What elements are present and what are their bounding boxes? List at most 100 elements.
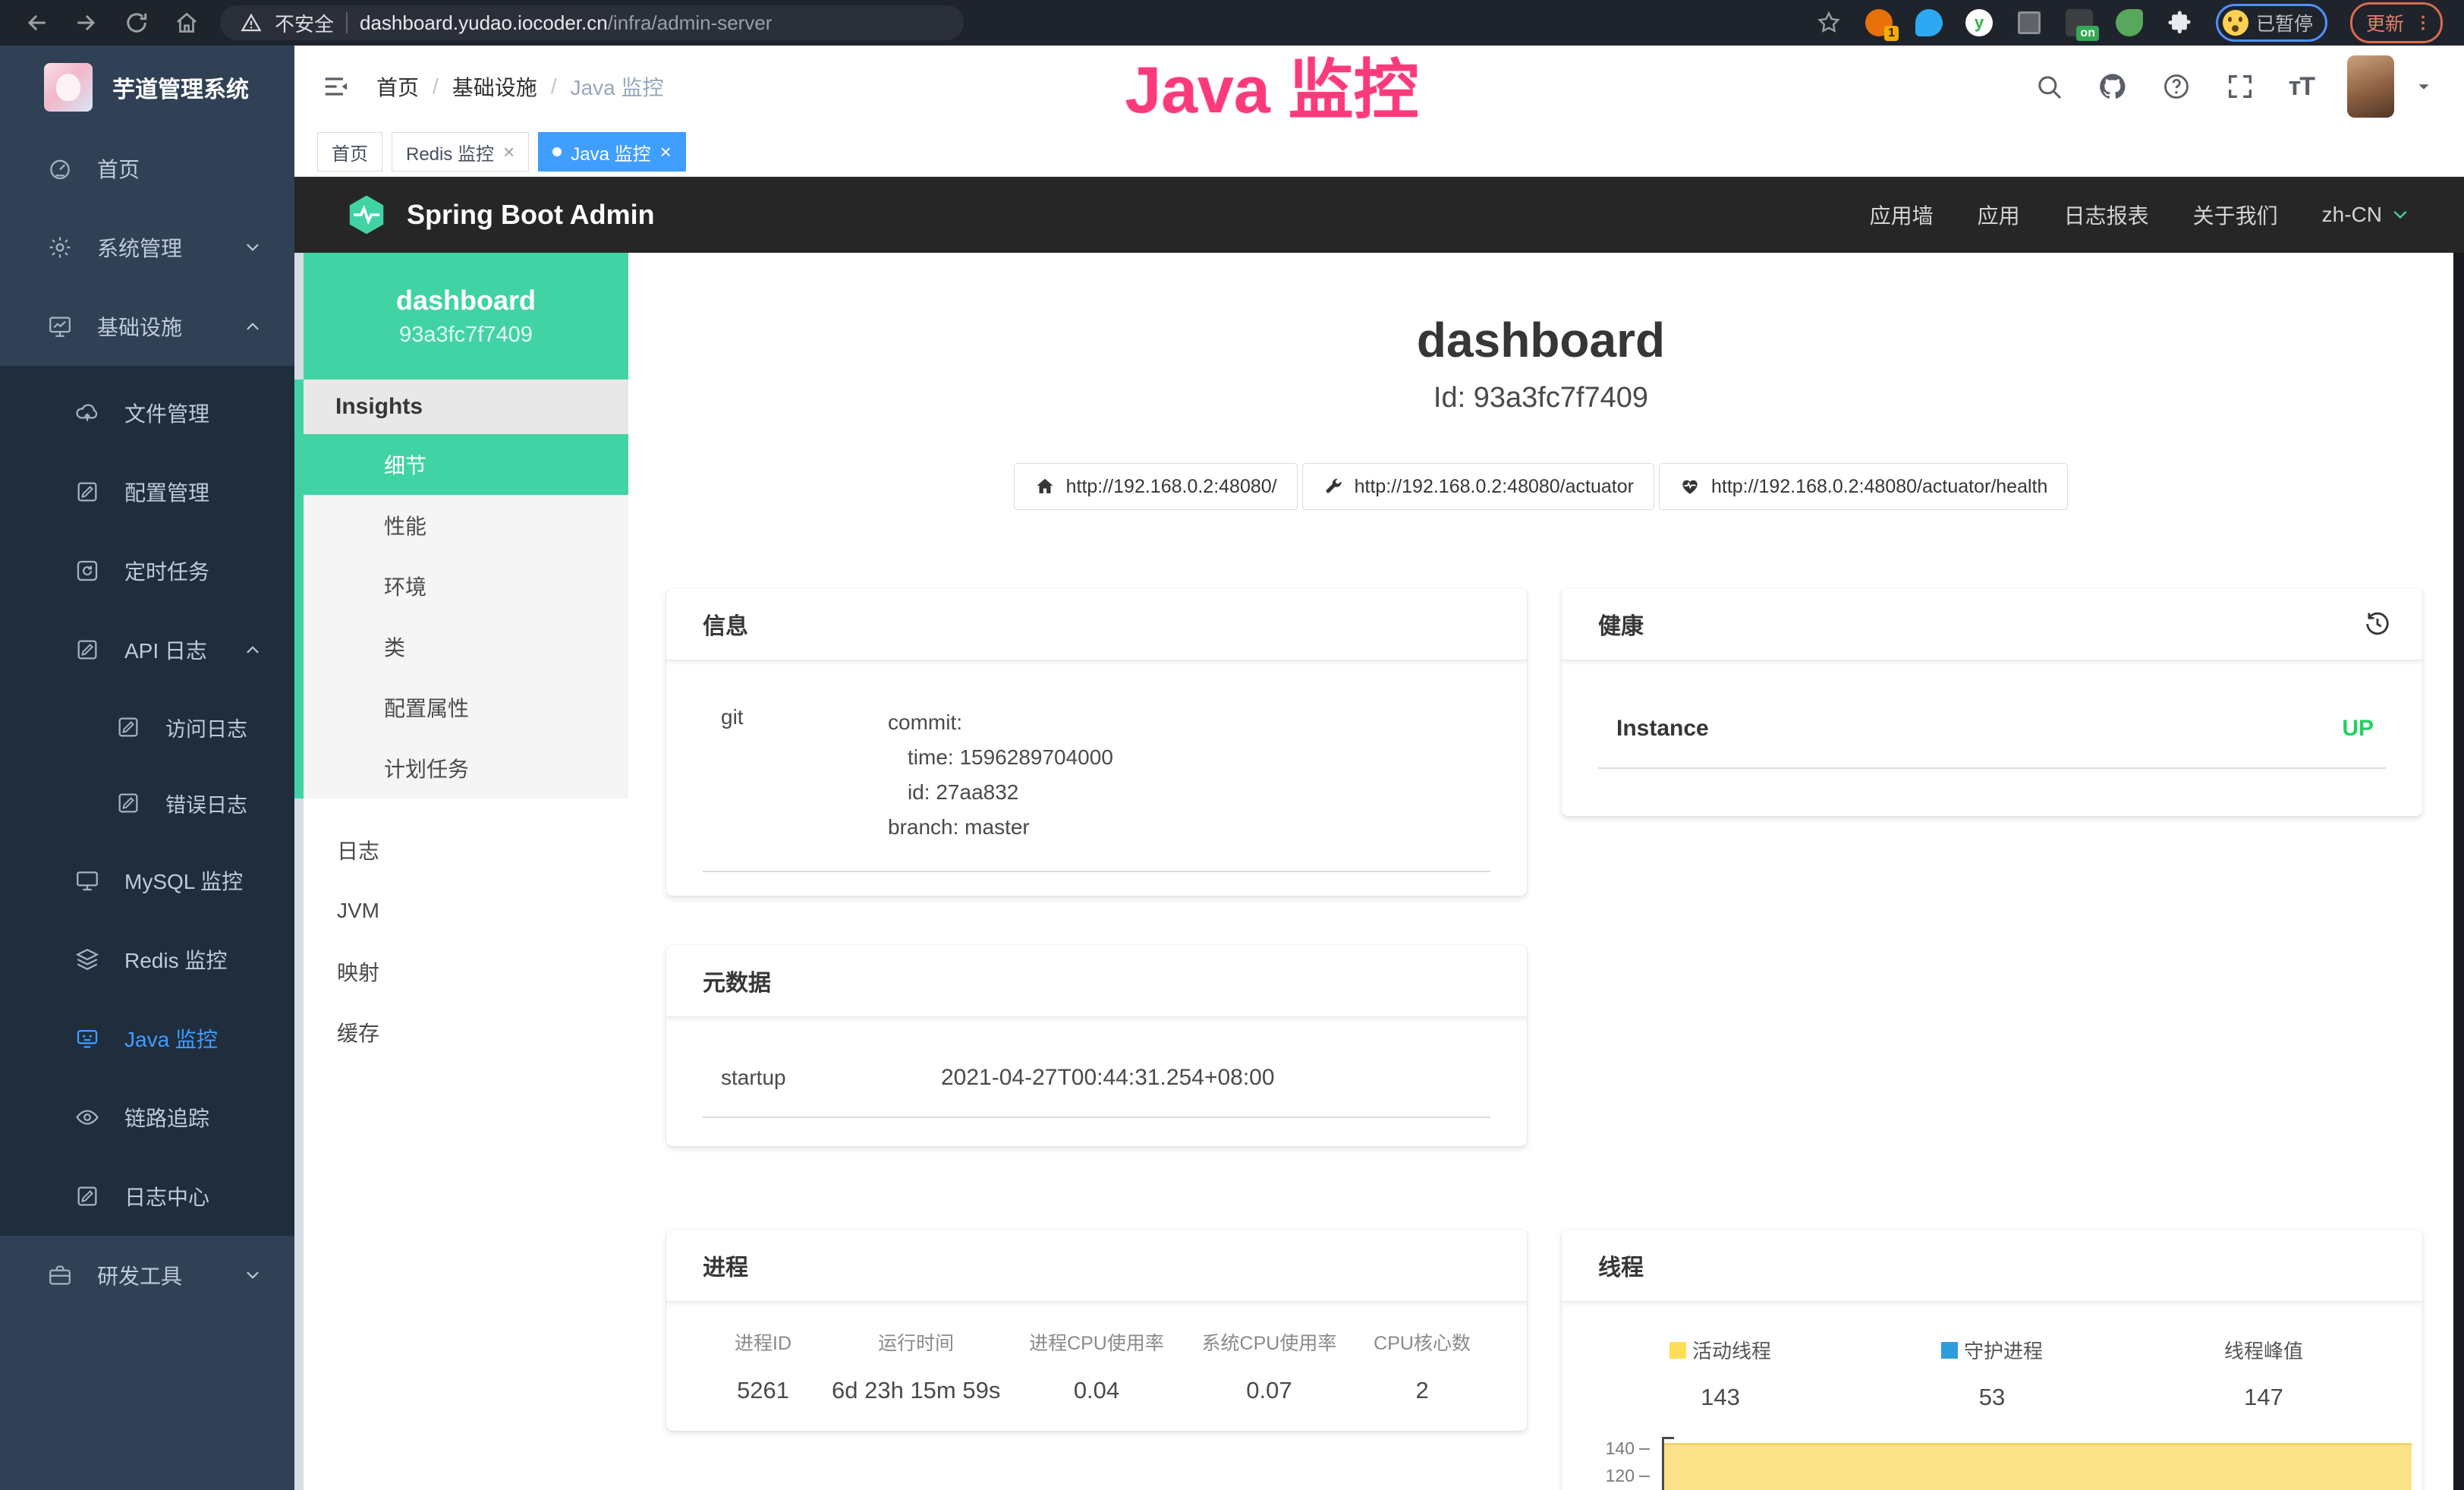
address-bar[interactable]: 不安全 dashboard.yudao.iocoder.cn/infra/adm… bbox=[220, 5, 964, 40]
chevron-up-icon bbox=[243, 317, 263, 336]
sidebar-item-scheduled-job[interactable]: 定时任务 bbox=[0, 531, 294, 610]
sidebar-item-system[interactable]: 系统管理 bbox=[0, 208, 294, 287]
sba-item-config-props[interactable]: 配置属性 bbox=[304, 677, 628, 738]
dashboard-icon bbox=[47, 156, 73, 181]
sba-nav-journal[interactable]: 日志报表 bbox=[2064, 200, 2149, 230]
forward-icon[interactable] bbox=[73, 9, 100, 36]
bookmark-star-icon[interactable] bbox=[1815, 9, 1842, 36]
sba-nav-applications[interactable]: 应用 bbox=[1978, 200, 2020, 230]
sba-plain-group: 日志 JVM 映射 缓存 bbox=[304, 799, 628, 1063]
font-size-icon[interactable]: тT bbox=[2289, 72, 2314, 102]
tab-redis-monitor[interactable]: Redis 监控 × bbox=[392, 132, 529, 172]
sba-navbar: Spring Boot Admin 应用墙 应用 日志报表 关于我们 zh-CN bbox=[294, 177, 2464, 253]
sba-nav-wallboard[interactable]: 应用墙 bbox=[1870, 200, 1934, 230]
profile-paused-chip[interactable]: 已暂停 bbox=[2216, 4, 2327, 42]
breadcrumb-separator: / bbox=[551, 74, 557, 99]
user-caret-down-icon[interactable] bbox=[2414, 77, 2434, 96]
reload-icon[interactable] bbox=[123, 9, 150, 36]
actuator-url-button[interactable]: http://192.168.0.2:48080/actuator bbox=[1302, 463, 1654, 510]
back-icon[interactable] bbox=[23, 9, 50, 36]
process-value-row: 5261 6d 23h 15m 59s 0.04 0.07 2 bbox=[704, 1356, 1489, 1404]
user-avatar[interactable] bbox=[2347, 55, 2394, 118]
extension-icon-grid[interactable] bbox=[2016, 9, 2043, 36]
extensions-puzzle-icon[interactable] bbox=[2166, 9, 2193, 36]
sba-item-details[interactable]: 细节 bbox=[304, 434, 628, 495]
live-threads-swatch bbox=[1669, 1342, 1686, 1359]
col-uptime: 运行时间 bbox=[822, 1328, 1010, 1356]
sba-item-metrics[interactable]: 性能 bbox=[304, 495, 628, 556]
hamburger-icon[interactable] bbox=[320, 71, 351, 102]
sidebar-item-dev-tools[interactable]: 研发工具 bbox=[0, 1236, 294, 1315]
breadcrumb-section[interactable]: 基础设施 bbox=[452, 71, 537, 102]
legend-label: 活动线程 bbox=[1692, 1336, 1771, 1364]
tab-java-monitor[interactable]: Java 监控 × bbox=[538, 132, 686, 172]
row-divider bbox=[703, 871, 1490, 872]
breadcrumb-home[interactable]: 首页 bbox=[376, 71, 419, 102]
tab-label: Java 监控 bbox=[571, 139, 650, 165]
github-icon[interactable] bbox=[2097, 71, 2128, 102]
extension-icon-orange[interactable]: 1 bbox=[1865, 9, 1893, 36]
sidebar-item-label: 错误日志 bbox=[165, 789, 247, 818]
gear-icon bbox=[47, 235, 73, 260]
service-url-button[interactable]: http://192.168.0.2:48080/ bbox=[1014, 463, 1298, 510]
sba-item-logfile[interactable]: 日志 bbox=[304, 820, 628, 880]
info-card: 信息 git commit: time: 1596289704000 id: 2… bbox=[666, 588, 1527, 896]
sidebar-item-api-log[interactable]: API 日志 bbox=[0, 610, 294, 689]
not-secure-warning-icon[interactable] bbox=[240, 11, 263, 34]
window-scrollbar[interactable] bbox=[2453, 253, 2464, 1490]
sidebar-item-file-manage[interactable]: 文件管理 bbox=[0, 373, 294, 452]
extension-icon-tabs[interactable]: on bbox=[2066, 9, 2093, 36]
sidebar-item-mysql-monitor[interactable]: MySQL 监控 bbox=[0, 841, 294, 920]
history-icon[interactable] bbox=[2363, 610, 2392, 638]
tags-view-bar: 首页 Redis 监控 × Java 监控 × bbox=[294, 128, 2464, 177]
page-url: dashboard.yudao.iocoder.cn/infra/admin-s… bbox=[360, 11, 772, 35]
sba-nav-about[interactable]: 关于我们 bbox=[2193, 200, 2278, 230]
sidebar-item-access-log[interactable]: 访问日志 bbox=[0, 689, 294, 765]
sidebar-item-config-manage[interactable]: 配置管理 bbox=[0, 452, 294, 531]
edit-icon bbox=[74, 479, 100, 505]
sba-language-select[interactable]: zh-CN bbox=[2322, 203, 2411, 227]
sidebar-item-trace[interactable]: 链路追踪 bbox=[0, 1078, 294, 1157]
sba-item-scheduled-tasks[interactable]: 计划任务 bbox=[304, 738, 628, 799]
col-cpu-cores: CPU核心数 bbox=[1355, 1328, 1489, 1356]
app-logo[interactable]: 芋道管理系统 bbox=[0, 46, 294, 129]
sidebar-item-home[interactable]: 首页 bbox=[0, 129, 294, 208]
sba-section-insights: Insights bbox=[304, 380, 628, 434]
val-process-cpu: 0.04 bbox=[1010, 1377, 1182, 1404]
live-threads-area bbox=[1664, 1443, 2412, 1490]
health-url-button[interactable]: http://192.168.0.2:48080/actuator/health bbox=[1659, 463, 2068, 510]
extension-icon-pin[interactable] bbox=[1915, 9, 1943, 36]
legend-label: 守护进程 bbox=[1964, 1336, 2043, 1364]
page-instance-id: Id: 93a3fc7f7409 bbox=[628, 382, 2453, 414]
sidebar-item-error-log[interactable]: 错误日志 bbox=[0, 765, 294, 841]
chrome-update-button[interactable]: 更新 bbox=[2350, 2, 2443, 43]
cloud-upload-icon bbox=[74, 400, 100, 426]
tab-close-icon[interactable]: × bbox=[660, 142, 672, 162]
sidebar-item-infra[interactable]: 基础设施 bbox=[0, 287, 294, 366]
sba-item-environment[interactable]: 环境 bbox=[304, 556, 628, 616]
sba-instance-header[interactable]: dashboard 93a3fc7f7409 bbox=[304, 253, 628, 380]
sba-brand[interactable]: Spring Boot Admin bbox=[294, 193, 655, 237]
sidebar-item-log-center[interactable]: 日志中心 bbox=[0, 1157, 294, 1236]
browser-home-icon[interactable] bbox=[173, 9, 200, 36]
sba-item-classes[interactable]: 类 bbox=[304, 616, 628, 677]
search-icon[interactable] bbox=[2034, 71, 2064, 102]
process-header-row: 进程ID 运行时间 进程CPU使用率 系统CPU使用率 CPU核心数 bbox=[704, 1328, 1489, 1356]
extension-icon-y-circle[interactable]: y bbox=[1965, 9, 1993, 36]
fullscreen-icon[interactable] bbox=[2225, 71, 2255, 102]
help-icon[interactable] bbox=[2161, 71, 2192, 102]
sba-item-mappings[interactable]: 映射 bbox=[304, 941, 628, 1002]
metadata-value: 2021-04-27T00:44:31.254+08:00 bbox=[941, 1065, 1275, 1091]
tab-home[interactable]: 首页 bbox=[317, 132, 382, 172]
sba-item-jvm[interactable]: JVM bbox=[304, 880, 628, 941]
sidebar-item-label: Redis 监控 bbox=[124, 944, 227, 975]
threads-chart-plot bbox=[1662, 1437, 2412, 1490]
sidebar-item-label: 配置管理 bbox=[124, 477, 209, 507]
sidebar-item-java-monitor[interactable]: Java 监控 bbox=[0, 999, 294, 1078]
extension-icon-green-leaf[interactable] bbox=[2116, 9, 2143, 36]
tab-close-icon[interactable]: × bbox=[503, 142, 515, 162]
browser-menu-kebab-icon[interactable] bbox=[2413, 11, 2433, 34]
sidebar-item-redis-monitor[interactable]: Redis 监控 bbox=[0, 920, 294, 999]
sba-item-caches[interactable]: 缓存 bbox=[304, 1002, 628, 1063]
active-tab-dot bbox=[552, 147, 562, 156]
